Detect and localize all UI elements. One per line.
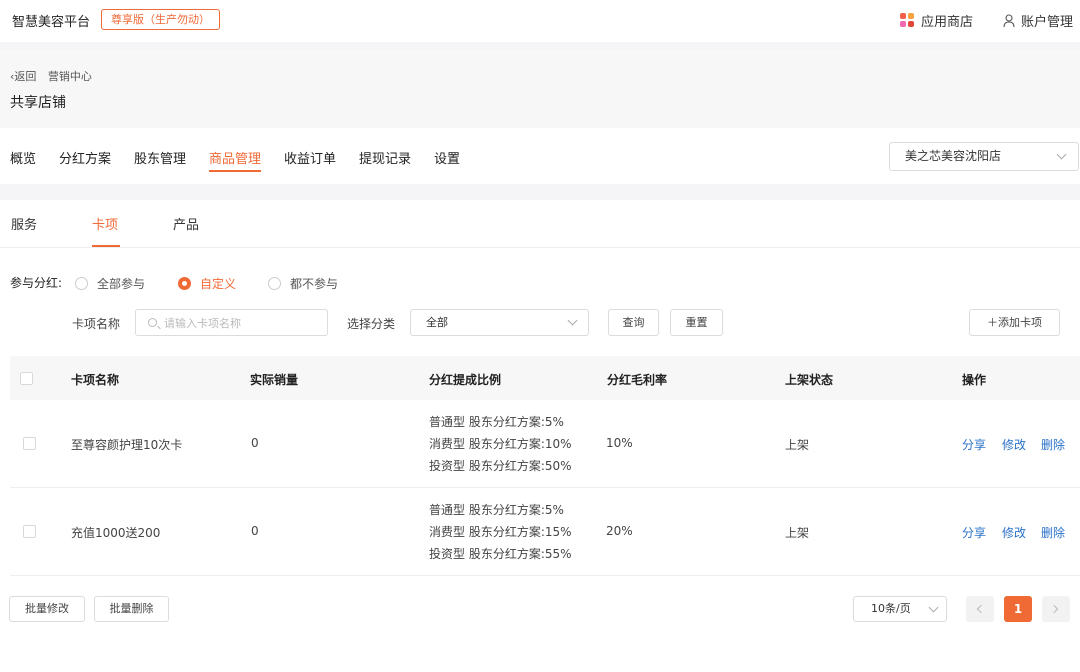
chevron-right-icon — [1049, 604, 1059, 614]
chevron-down-icon — [1056, 149, 1067, 160]
radio-circle — [178, 277, 191, 290]
edition-badge: 尊享版（生产勿动） — [101, 9, 220, 30]
nav-tab-withdrawals[interactable]: 提现记录 — [359, 148, 411, 172]
breadcrumb-section: 营销中心 — [47, 70, 92, 83]
divider — [0, 184, 1080, 200]
delete-link[interactable]: 删除 — [1041, 524, 1065, 541]
page-size-select[interactable]: 10条/页 — [853, 596, 947, 622]
chevron-down-icon — [928, 602, 939, 613]
reset-button[interactable]: 重置 — [670, 309, 723, 336]
page-header: ‹返回 营销中心 共享店铺 — [0, 50, 1080, 128]
column-header: 分红提成比例 — [429, 373, 502, 387]
account-label: 账户管理 — [1021, 15, 1074, 30]
delete-link[interactable]: 删除 — [1041, 436, 1065, 453]
row-checkbox[interactable] — [23, 525, 36, 538]
query-button[interactable]: 查询 — [608, 309, 659, 336]
radio-circle — [268, 277, 281, 290]
nav-tab-shareholders[interactable]: 股东管理 — [134, 148, 186, 172]
page-title: 共享店铺 — [10, 95, 66, 111]
divider — [0, 42, 1080, 50]
card-margin: 10% — [606, 436, 633, 450]
back-link[interactable]: ‹返回 — [10, 70, 36, 83]
card-name: 至尊容颜护理10次卡 — [71, 438, 183, 452]
current-page-button[interactable]: 1 — [1004, 596, 1032, 622]
nav-tab-products[interactable]: 商品管理 — [209, 148, 262, 172]
chevron-left-icon — [976, 604, 986, 614]
card-name-search[interactable] — [135, 309, 328, 336]
share-link[interactable]: 分享 — [962, 436, 986, 453]
column-header: 上架状态 — [785, 373, 834, 387]
brand-name: 智慧美容平台 — [12, 15, 91, 30]
batch-delete-button[interactable]: 批量删除 — [94, 596, 169, 622]
prev-page-button[interactable] — [966, 596, 994, 622]
table-row: 至尊容颜护理10次卡 0 普通型 股东分红方案:5% 消费型 股东分红方案:10… — [10, 400, 1080, 488]
ratio-line: 普通型 股东分红方案:5% — [429, 415, 564, 429]
nav-tab-dividend-plan[interactable]: 分红方案 — [59, 148, 111, 172]
dividend-ratios: 普通型 股东分红方案:5% 消费型 股东分红方案:15% 投资型 股东分红方案:… — [429, 499, 572, 565]
dividend-label: 参与分红: — [10, 276, 63, 290]
category-select-value: 全部 — [426, 316, 448, 329]
main-nav: 概览 分红方案 股东管理 商品管理 收益订单 提现记录 设置 美之芯美容沈阳店 — [0, 128, 1080, 184]
account-management-link[interactable]: 账户管理 — [1003, 11, 1073, 30]
row-checkbox[interactable] — [23, 437, 36, 450]
category-select[interactable]: 全部 — [410, 309, 589, 336]
page-size-value: 10条/页 — [871, 602, 911, 615]
store-select[interactable]: 美之芯美容沈阳店 — [889, 142, 1079, 171]
subtab-cards[interactable]: 卡项 — [92, 214, 120, 247]
app-store-label: 应用商店 — [921, 15, 974, 30]
radio-none-participate[interactable]: 都不参与 — [268, 275, 338, 292]
card-name-input[interactable] — [164, 314, 324, 332]
card-sales: 0 — [251, 524, 259, 538]
search-icon — [148, 318, 157, 327]
radio-all-participate[interactable]: 全部参与 — [75, 275, 145, 292]
table-header: 卡项名称 实际销量 分红提成比例 分红毛利率 上架状态 操作 — [10, 356, 1080, 400]
column-header: 分红毛利率 — [607, 373, 668, 387]
select-all-checkbox[interactable] — [20, 372, 33, 385]
card-sales: 0 — [251, 436, 259, 450]
radio-custom[interactable]: 自定义 — [178, 275, 236, 292]
chevron-down-icon — [567, 315, 578, 326]
ratio-line: 普通型 股东分红方案:5% — [429, 503, 564, 517]
ratio-line: 投资型 股东分红方案:55% — [429, 547, 572, 561]
nav-tab-earnings-orders[interactable]: 收益订单 — [284, 148, 336, 172]
app-store-link[interactable]: 应用商店 — [900, 11, 973, 30]
ratio-line: 消费型 股东分红方案:10% — [429, 437, 572, 451]
card-status: 上架 — [785, 526, 810, 540]
next-page-button[interactable] — [1042, 596, 1070, 622]
ratio-line: 投资型 股东分红方案:50% — [429, 459, 572, 473]
card-name-label: 卡项名称 — [72, 317, 121, 331]
edit-link[interactable]: 修改 — [1002, 436, 1026, 453]
radio-circle — [75, 277, 88, 290]
user-icon — [1003, 14, 1015, 28]
edit-link[interactable]: 修改 — [1002, 524, 1026, 541]
add-card-button[interactable]: ＋添加卡项 — [969, 309, 1060, 336]
app-grid-icon — [900, 13, 915, 28]
sub-tabs: 服务 卡项 产品 — [0, 200, 1080, 248]
dividend-ratios: 普通型 股东分红方案:5% 消费型 股东分红方案:10% 投资型 股东分红方案:… — [429, 411, 572, 477]
card-status: 上架 — [785, 438, 810, 452]
column-header: 操作 — [962, 373, 987, 387]
share-link[interactable]: 分享 — [962, 524, 986, 541]
batch-edit-button[interactable]: 批量修改 — [9, 596, 85, 622]
card-margin: 20% — [606, 524, 633, 538]
plus-icon: ＋ — [987, 316, 998, 329]
breadcrumb: ‹返回 营销中心 — [10, 68, 92, 84]
nav-tab-settings[interactable]: 设置 — [434, 148, 460, 172]
ratio-line: 消费型 股东分红方案:15% — [429, 525, 572, 539]
column-header: 卡项名称 — [71, 373, 120, 387]
subtab-products[interactable]: 产品 — [173, 214, 199, 247]
subtab-services[interactable]: 服务 — [11, 214, 37, 247]
column-header: 实际销量 — [250, 373, 299, 387]
category-label: 选择分类 — [347, 317, 396, 331]
top-bar: 智慧美容平台 尊享版（生产勿动） 应用商店 账户管理 — [0, 0, 1080, 42]
store-select-value: 美之芯美容沈阳店 — [905, 149, 1002, 163]
card-name: 充值1000送200 — [71, 526, 161, 540]
nav-tab-overview[interactable]: 概览 — [10, 148, 36, 172]
table-row: 充值1000送200 0 普通型 股东分红方案:5% 消费型 股东分红方案:15… — [10, 488, 1080, 576]
